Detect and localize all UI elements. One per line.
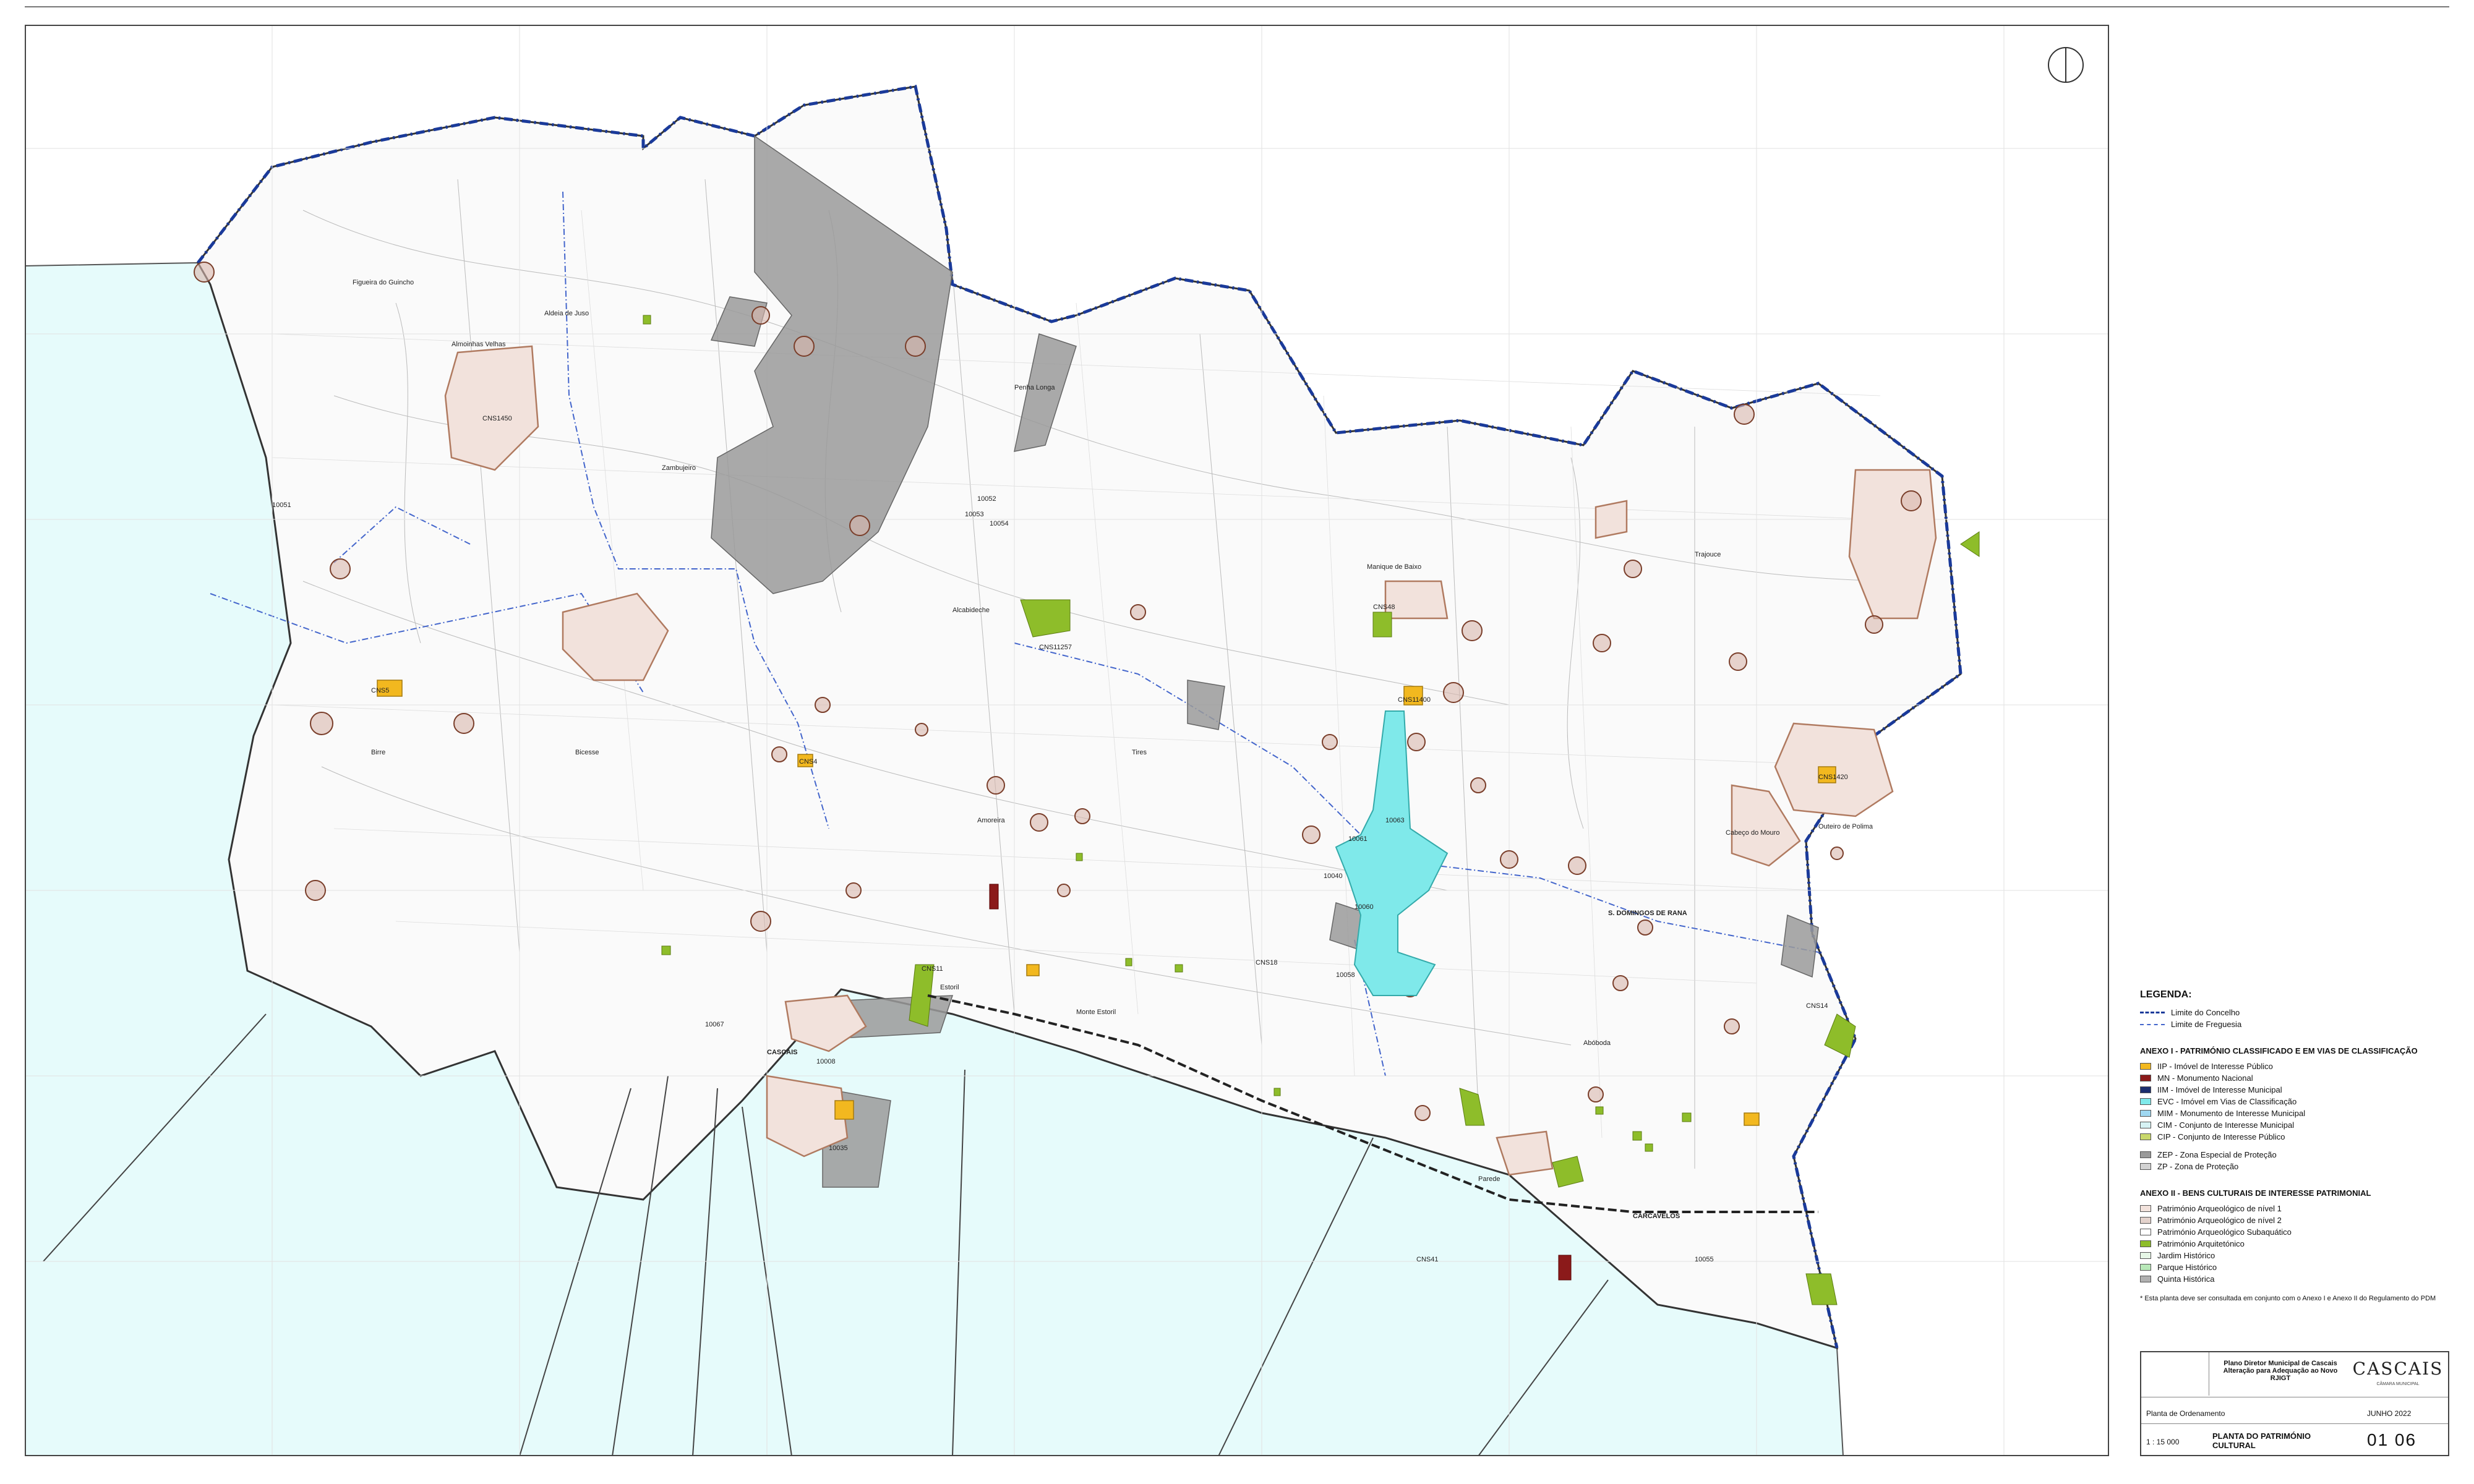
legend-label: CIM - Conjunto de Interesse Municipal [2157,1120,2295,1130]
legend-label: Limite de Freguesia [2171,1020,2242,1029]
legend-label: Património Arqueológico Subaquático [2157,1227,2292,1237]
legend-label: Limite do Concelho [2171,1008,2240,1017]
legend-label: Quinta Histórica [2157,1274,2215,1284]
legend-swatch [2140,1133,2151,1140]
legend-label: Parque Histórico [2157,1263,2217,1272]
legend-swatch [2140,1205,2151,1212]
anexo2-list: Património Arqueológico de nível 1 Patrim… [2140,1203,2462,1285]
legend-section-title: ANEXO II - BENS CULTURAIS DE INTERESSE P… [2140,1188,2371,1198]
anexo1-list: IIP - Imóvel de Interesse Público MN - Mo… [2140,1060,2462,1143]
legend-row: MIM - Monumento de Interesse Municipal [2140,1107,2462,1119]
legend-row: EVC - Imóvel em Vias de Classificação [2140,1096,2462,1107]
legend-swatch [2140,1240,2151,1247]
legend-row: Jardim Histórico [2140,1250,2462,1261]
legend-row: Limite do Concelho [2140,1007,2462,1018]
legend-swatch [2140,1264,2151,1271]
legend-swatch [2140,1110,2151,1117]
cascais-logo: CASCAIS [2352,1358,2444,1379]
title-block-credits [2141,1352,2209,1396]
legend-row: CIP - Conjunto de Interesse Público [2140,1131,2462,1143]
cascais-logo-subtitle: CÂMARA MUNICIPAL [2376,1382,2420,1386]
sheet-number: 01 06 [2367,1430,2417,1449]
legend-swatch [2140,1098,2151,1105]
plan-name-line: Plano Diretor Municipal de Cascais [2224,1360,2337,1367]
legend-row: IIP - Imóvel de Interesse Público [2140,1060,2462,1072]
top-border-line [25,6,2449,7]
concelho-limit-swatch [2140,1012,2165,1013]
legend-label: Jardim Histórico [2157,1251,2215,1260]
legend-row: Património Arquitetónico [2140,1238,2462,1250]
legend-row: Património Arqueológico Subaquático [2140,1226,2462,1238]
legend-label: Património Arquitetónico [2157,1239,2245,1248]
legend-row: Parque Histórico [2140,1261,2462,1273]
legend-row: CIM - Conjunto de Interesse Municipal [2140,1119,2462,1131]
title-block: Plano Diretor Municipal de Cascais Alter… [2140,1351,2449,1456]
sheet-title-line: PLANTA DO PATRIMÓNIO [2212,1431,2311,1441]
legend-row: MN - Monumento Nacional [2140,1072,2462,1084]
legend-swatch [2140,1252,2151,1259]
legend-label: MIM - Monumento de Interesse Municipal [2157,1109,2306,1118]
legend-swatch [2140,1276,2151,1282]
legend-label: ZP - Zona de Proteção [2157,1162,2239,1171]
plan-name: Plano Diretor Municipal de Cascais Alter… [2212,1360,2348,1382]
title-block-divider [2141,1423,2448,1424]
plan-scale: 1 : 15 000 [2146,1438,2180,1446]
legend-swatch [2140,1086,2151,1093]
legend-swatch [2140,1217,2151,1224]
legend-label: IIM - Imóvel de Interesse Municipal [2157,1085,2282,1094]
zonas-list: ZEP - Zona Especial de Proteção ZP - Zona… [2140,1149,2462,1172]
parish-limit-swatch [2140,1023,2165,1025]
sheet-title-line: CULTURAL [2212,1441,2256,1450]
plan-subject: Planta de Ordenamento [2146,1409,2225,1418]
legend: LEGENDA: Limite do Concelho Limite de Fr… [2140,989,2462,1302]
legend-swatch [2140,1151,2151,1158]
legend-row: IIM - Imóvel de Interesse Municipal [2140,1084,2462,1096]
plan-date: JUNHO 2022 [2367,1409,2412,1418]
legend-row: ZP - Zona de Proteção [2140,1161,2462,1172]
legend-row: Património Arqueológico de nível 1 [2140,1203,2462,1214]
legend-swatch [2140,1122,2151,1128]
legend-label: CIP - Conjunto de Interesse Público [2157,1132,2285,1141]
legend-row: Património Arqueológico de nível 2 [2140,1214,2462,1226]
legend-row: Limite de Freguesia [2140,1018,2462,1030]
legend-label: EVC - Imóvel em Vias de Classificação [2157,1097,2297,1106]
legend-swatch [2140,1229,2151,1235]
legend-label: Património Arqueológico de nível 2 [2157,1216,2282,1225]
legend-swatch [2140,1075,2151,1081]
legend-section-title: ANEXO I - PATRIMÓNIO CLASSIFICADO E EM V… [2140,1046,2418,1055]
map-sheet: CNS1450 CNS5 CNS11257 CNS11400 CNS4 CNS1… [0,0,2474,1484]
legend-row: Quinta Histórica [2140,1273,2462,1285]
legend-label: ZEP - Zona Especial de Proteção [2157,1150,2277,1159]
plan-name-line: Alteração para Adequação ao Novo RJIGT [2223,1367,2338,1382]
sheet-title: PLANTA DO PATRIMÓNIO CULTURAL [2212,1431,2311,1450]
legend-label: Património Arqueológico de nível 1 [2157,1204,2282,1213]
legend-label: IIP - Imóvel de Interesse Público [2157,1062,2273,1071]
legend-note: * Esta planta deve ser consultada em con… [2140,1295,2436,1302]
legend-label: MN - Monumento Nacional [2157,1073,2253,1083]
legend-swatch [2140,1063,2151,1070]
legend-title: LEGENDA: [2140,989,2192,1000]
map-frame [25,25,2109,1456]
legend-row: ZEP - Zona Especial de Proteção [2140,1149,2462,1161]
legend-swatch [2140,1163,2151,1170]
